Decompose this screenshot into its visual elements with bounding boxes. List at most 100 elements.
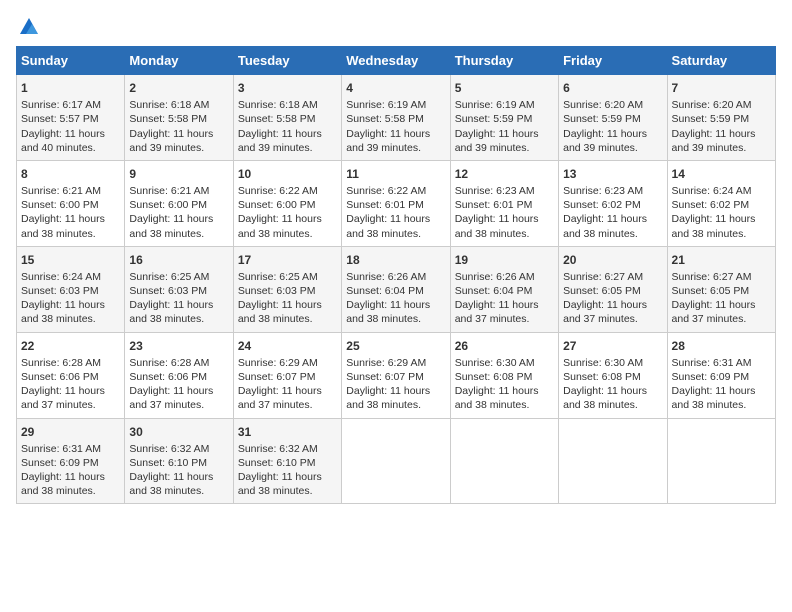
day-info-line: and 38 minutes. xyxy=(346,312,445,326)
day-info-line: Daylight: 11 hours xyxy=(21,298,120,312)
day-number: 6 xyxy=(563,80,662,96)
day-info-line: Daylight: 11 hours xyxy=(21,384,120,398)
day-info-line: Sunset: 5:58 PM xyxy=(346,112,445,126)
day-info-line: and 38 minutes. xyxy=(129,227,228,241)
calendar-cell: 6Sunrise: 6:20 AMSunset: 5:59 PMDaylight… xyxy=(559,75,667,161)
day-info-line: Sunrise: 6:29 AM xyxy=(346,356,445,370)
day-info-line: Sunset: 6:02 PM xyxy=(563,198,662,212)
day-number: 5 xyxy=(455,80,554,96)
day-info-line: Daylight: 11 hours xyxy=(563,298,662,312)
day-number: 31 xyxy=(238,424,337,440)
day-info-line: Sunrise: 6:30 AM xyxy=(563,356,662,370)
day-info-line: Sunrise: 6:30 AM xyxy=(455,356,554,370)
day-info-line: Sunrise: 6:26 AM xyxy=(455,270,554,284)
day-number: 28 xyxy=(672,338,771,354)
day-info-line: Daylight: 11 hours xyxy=(672,212,771,226)
logo-icon xyxy=(18,16,40,38)
day-info-line: Sunset: 6:01 PM xyxy=(346,198,445,212)
header-row: SundayMondayTuesdayWednesdayThursdayFrid… xyxy=(17,47,776,75)
day-info-line: and 38 minutes. xyxy=(238,484,337,498)
calendar-cell xyxy=(342,418,450,504)
day-info-line: Sunrise: 6:24 AM xyxy=(21,270,120,284)
day-info-line: and 37 minutes. xyxy=(563,312,662,326)
header-cell-wednesday: Wednesday xyxy=(342,47,450,75)
day-info-line: and 39 minutes. xyxy=(238,141,337,155)
day-number: 12 xyxy=(455,166,554,182)
day-info-line: Sunrise: 6:32 AM xyxy=(129,442,228,456)
day-info-line: Sunrise: 6:28 AM xyxy=(129,356,228,370)
day-info-line: Sunset: 6:03 PM xyxy=(238,284,337,298)
day-info-line: Sunrise: 6:23 AM xyxy=(455,184,554,198)
day-info-line: and 38 minutes. xyxy=(563,227,662,241)
calendar-cell: 22Sunrise: 6:28 AMSunset: 6:06 PMDayligh… xyxy=(17,332,125,418)
day-info-line: and 39 minutes. xyxy=(346,141,445,155)
calendar-cell: 15Sunrise: 6:24 AMSunset: 6:03 PMDayligh… xyxy=(17,246,125,332)
day-info-line: Sunrise: 6:26 AM xyxy=(346,270,445,284)
calendar-cell: 11Sunrise: 6:22 AMSunset: 6:01 PMDayligh… xyxy=(342,160,450,246)
week-row-1: 1Sunrise: 6:17 AMSunset: 5:57 PMDaylight… xyxy=(17,75,776,161)
day-info-line: Sunrise: 6:25 AM xyxy=(129,270,228,284)
day-info-line: Sunset: 5:59 PM xyxy=(455,112,554,126)
day-number: 9 xyxy=(129,166,228,182)
day-number: 19 xyxy=(455,252,554,268)
calendar-cell xyxy=(559,418,667,504)
day-info-line: Sunset: 6:08 PM xyxy=(455,370,554,384)
day-info-line: Sunset: 6:04 PM xyxy=(455,284,554,298)
calendar-header: SundayMondayTuesdayWednesdayThursdayFrid… xyxy=(17,47,776,75)
day-info-line: Sunrise: 6:19 AM xyxy=(346,98,445,112)
header-cell-sunday: Sunday xyxy=(17,47,125,75)
day-info-line: Daylight: 11 hours xyxy=(21,470,120,484)
calendar-cell: 7Sunrise: 6:20 AMSunset: 5:59 PMDaylight… xyxy=(667,75,775,161)
day-number: 13 xyxy=(563,166,662,182)
page-header xyxy=(16,16,776,34)
day-number: 29 xyxy=(21,424,120,440)
day-number: 8 xyxy=(21,166,120,182)
day-info-line: Sunrise: 6:31 AM xyxy=(21,442,120,456)
day-info-line: Sunrise: 6:23 AM xyxy=(563,184,662,198)
calendar-cell: 19Sunrise: 6:26 AMSunset: 6:04 PMDayligh… xyxy=(450,246,558,332)
day-info-line: Daylight: 11 hours xyxy=(672,127,771,141)
day-info-line: Sunrise: 6:21 AM xyxy=(21,184,120,198)
logo xyxy=(16,16,40,34)
calendar-cell: 20Sunrise: 6:27 AMSunset: 6:05 PMDayligh… xyxy=(559,246,667,332)
day-info-line: Sunset: 6:10 PM xyxy=(238,456,337,470)
day-info-line: Sunset: 6:00 PM xyxy=(21,198,120,212)
day-number: 30 xyxy=(129,424,228,440)
day-number: 16 xyxy=(129,252,228,268)
day-number: 23 xyxy=(129,338,228,354)
calendar-cell: 31 Sunrise: 6:32 AMSunset: 6:10 PMDayligh… xyxy=(233,418,341,504)
calendar-table: SundayMondayTuesdayWednesdayThursdayFrid… xyxy=(16,46,776,504)
day-info-line: Sunset: 6:07 PM xyxy=(238,370,337,384)
day-info-line: Daylight: 11 hours xyxy=(238,470,337,484)
day-number: 25 xyxy=(346,338,445,354)
day-info-line: Sunrise: 6:29 AM xyxy=(238,356,337,370)
header-cell-monday: Monday xyxy=(125,47,233,75)
day-info-line: and 38 minutes. xyxy=(238,312,337,326)
day-info-line: Sunrise: 6:17 AM xyxy=(21,98,120,112)
day-info-line: Daylight: 11 hours xyxy=(455,384,554,398)
day-info-line: Sunrise: 6:22 AM xyxy=(238,184,337,198)
calendar-cell: 29Sunrise: 6:31 AMSunset: 6:09 PMDayligh… xyxy=(17,418,125,504)
day-info-line: Daylight: 11 hours xyxy=(129,298,228,312)
day-info-line: Sunset: 6:05 PM xyxy=(672,284,771,298)
day-info-line: Sunset: 6:00 PM xyxy=(129,198,228,212)
header-cell-saturday: Saturday xyxy=(667,47,775,75)
day-info-line: Daylight: 11 hours xyxy=(129,470,228,484)
calendar-cell: 4Sunrise: 6:19 AMSunset: 5:58 PMDaylight… xyxy=(342,75,450,161)
day-info-line: and 37 minutes. xyxy=(21,398,120,412)
day-number: 20 xyxy=(563,252,662,268)
day-info-line: Sunrise: 6:32 AM xyxy=(238,442,337,456)
calendar-cell: 18Sunrise: 6:26 AMSunset: 6:04 PMDayligh… xyxy=(342,246,450,332)
calendar-cell xyxy=(450,418,558,504)
day-info-line: Sunset: 6:08 PM xyxy=(563,370,662,384)
calendar-cell: 21Sunrise: 6:27 AMSunset: 6:05 PMDayligh… xyxy=(667,246,775,332)
day-number: 27 xyxy=(563,338,662,354)
calendar-cell: 26Sunrise: 6:30 AMSunset: 6:08 PMDayligh… xyxy=(450,332,558,418)
day-info-line: Sunrise: 6:19 AM xyxy=(455,98,554,112)
day-info-line: and 37 minutes. xyxy=(672,312,771,326)
header-cell-tuesday: Tuesday xyxy=(233,47,341,75)
day-info-line: Sunrise: 6:18 AM xyxy=(238,98,337,112)
day-number: 15 xyxy=(21,252,120,268)
day-info-line: and 37 minutes. xyxy=(238,398,337,412)
day-number: 10 xyxy=(238,166,337,182)
